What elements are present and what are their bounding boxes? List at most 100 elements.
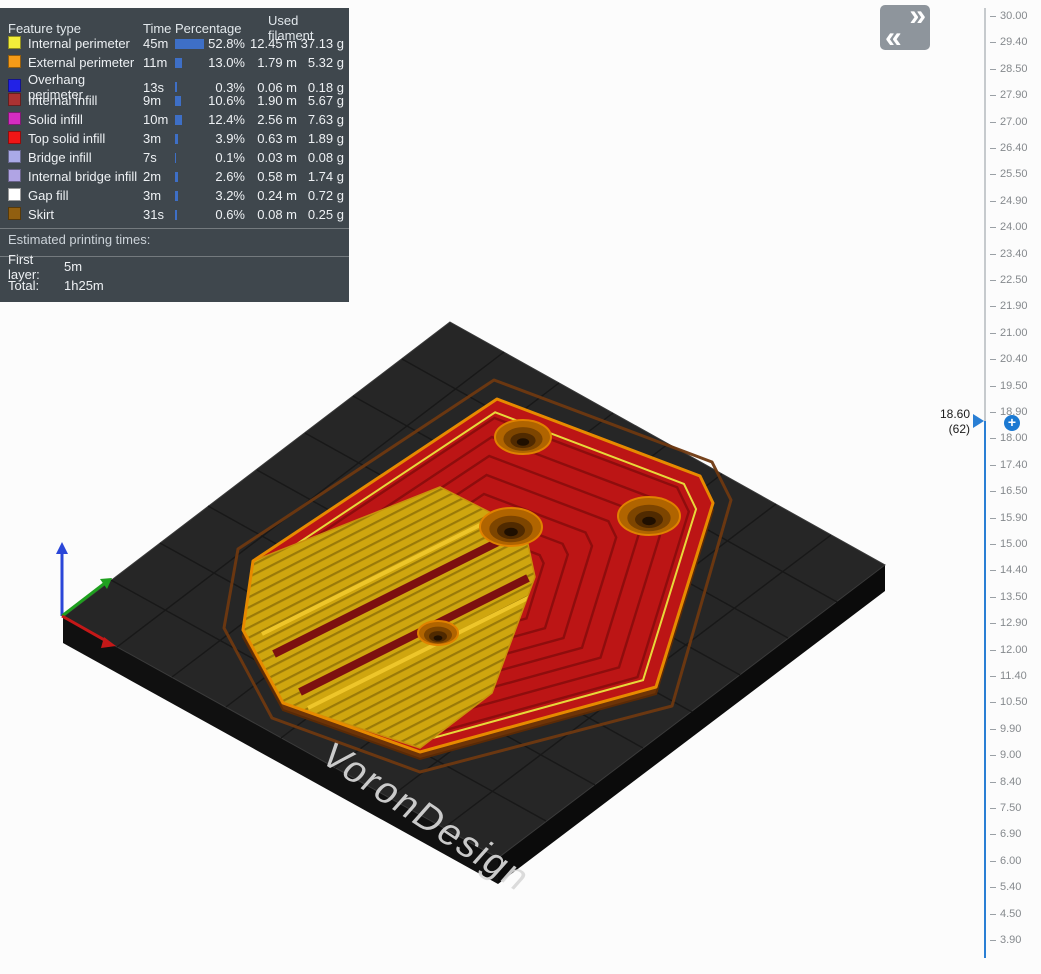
legend-row: Skirt 31s 0.6% 0.08 m 0.25 g: [0, 205, 349, 224]
header-time: Time: [143, 20, 172, 36]
tick-mark: [990, 860, 996, 862]
tick-mark: [990, 623, 996, 625]
tick-label: 5.40: [1000, 881, 1022, 894]
feature-label: External perimeter: [28, 55, 135, 70]
tick-label: 21.90: [1000, 300, 1028, 313]
tick-label: 18.00: [1000, 432, 1028, 445]
feature-time: 45m: [143, 36, 169, 51]
tick-label: 3.90: [1000, 934, 1022, 946]
feature-length: 0.08 m: [257, 207, 297, 222]
tick-mark: [990, 464, 996, 466]
hole-top: [494, 419, 552, 455]
feature-length: 0.58 m: [257, 169, 297, 184]
feature-percent: 52.8%: [208, 36, 245, 51]
feature-time: 3m: [143, 188, 162, 203]
hole-center: [479, 507, 543, 547]
expand-arrows-icon[interactable]: »: [909, 0, 926, 33]
feature-time: 7s: [143, 150, 157, 165]
feature-color-swatch: [8, 79, 21, 92]
feature-weight: 0.72 g: [307, 188, 344, 203]
feature-length: 1.79 m: [257, 55, 297, 70]
slider-handle[interactable]: [973, 414, 984, 428]
feature-percent: 2.6%: [215, 169, 245, 184]
tick-mark: [990, 808, 996, 809]
tick-mark: [990, 755, 996, 757]
feature-weight: 7.63 g: [307, 112, 344, 127]
tick-label: 11.40: [1000, 670, 1027, 682]
estimated-times-title: Estimated printing times:: [8, 232, 151, 247]
tick-label: 9.00: [1000, 749, 1022, 762]
percentage-bar: [175, 209, 208, 220]
tick-label: 24.90: [1000, 194, 1028, 207]
feature-color-swatch: [8, 149, 21, 163]
tick-mark: [990, 359, 996, 361]
hole-block: [417, 620, 459, 646]
tick-mark: [990, 544, 996, 545]
tick-label: 28.50: [1000, 62, 1028, 75]
feature-weight: 1.74 g: [307, 169, 344, 184]
tick-mark: [990, 834, 996, 836]
tick-label: 25.50: [1000, 168, 1028, 181]
legend-panel: Feature type Time Percentage Used filame…: [0, 8, 349, 302]
legend-row: Top solid infill 3m 3.9% 0.63 m 1.89 g: [0, 129, 349, 148]
collapse-arrows-icon[interactable]: «: [885, 21, 902, 55]
tick-mark: [990, 148, 996, 149]
tick-label: 20.40: [1000, 353, 1028, 366]
legend-rows: Internal perimeter 45m 52.8% 12.45 m 37.…: [0, 34, 349, 224]
tick-mark: [990, 306, 996, 308]
tick-mark: [990, 491, 996, 493]
tick-label: 15.90: [1000, 511, 1028, 524]
percentage-bar: [175, 95, 208, 106]
tick-label: 19.50: [1000, 379, 1028, 392]
tick-mark: [990, 227, 996, 229]
slider-track-lower[interactable]: [984, 421, 986, 958]
feature-weight: 1.89 g: [307, 131, 344, 146]
slider-current-value: 18.60 (62): [930, 407, 970, 437]
tick-mark: [990, 596, 996, 598]
feature-length: 0.63 m: [257, 131, 297, 146]
tick-label: 21.00: [1000, 326, 1028, 339]
add-color-change-button[interactable]: +: [1004, 415, 1020, 431]
tick-mark: [990, 438, 996, 440]
feature-percent: 3.2%: [215, 188, 245, 203]
feature-label: Gap fill: [28, 188, 69, 203]
layer-slider[interactable]: 30.00 29.40 28.50 27.90 27.00 26.40 25.5…: [930, 0, 1041, 969]
slider-track-upper[interactable]: [984, 8, 986, 421]
feature-time: 11m: [143, 55, 168, 70]
legend-row: Gap fill 3m 3.2% 0.24 m 0.72 g: [0, 186, 349, 205]
tick-mark: [990, 570, 996, 572]
tick-label: 29.40: [1000, 36, 1028, 49]
tick-label: 12.00: [1000, 643, 1028, 656]
tick-mark: [990, 913, 996, 915]
percentage-bar: [175, 190, 208, 201]
feature-weight: 0.25 g: [307, 207, 344, 222]
total-time-label: Total:: [8, 278, 40, 293]
first-layer-label: First layer:: [8, 251, 40, 282]
feature-time: 9m: [143, 93, 162, 108]
legend-row: Bridge infill 7s 0.1% 0.03 m 0.08 g: [0, 148, 349, 167]
feature-time: 10m: [143, 112, 169, 127]
percentage-bar: [175, 82, 208, 92]
tick-label: 27.00: [1000, 115, 1028, 128]
tick-mark: [990, 781, 996, 783]
feature-weight: 37.13 g: [300, 36, 344, 51]
current-height-label: 18.60: [939, 407, 970, 421]
feature-percent: 12.4%: [208, 112, 245, 127]
tick-label: 23.40: [1000, 247, 1028, 260]
sidebar-collapse-buttons: » «: [880, 0, 930, 54]
feature-length: 1.90 m: [257, 93, 297, 108]
legend-row: External perimeter 11m 13.0% 1.79 m 5.32…: [0, 53, 349, 72]
tick-mark: [990, 702, 996, 704]
feature-length: 2.56 m: [257, 112, 297, 127]
current-layer-label: (62): [948, 422, 970, 436]
tick-mark: [990, 728, 996, 730]
tick-label: 17.40: [1000, 458, 1028, 471]
tick-label: 30.00: [1000, 10, 1028, 22]
feature-color-swatch: [8, 206, 21, 220]
feature-length: 0.24 m: [257, 188, 297, 203]
feature-color-swatch: [8, 168, 21, 182]
tick-mark: [990, 332, 996, 334]
tick-label: 6.00: [1000, 854, 1022, 867]
tick-mark: [990, 253, 996, 255]
tick-mark: [990, 412, 996, 413]
